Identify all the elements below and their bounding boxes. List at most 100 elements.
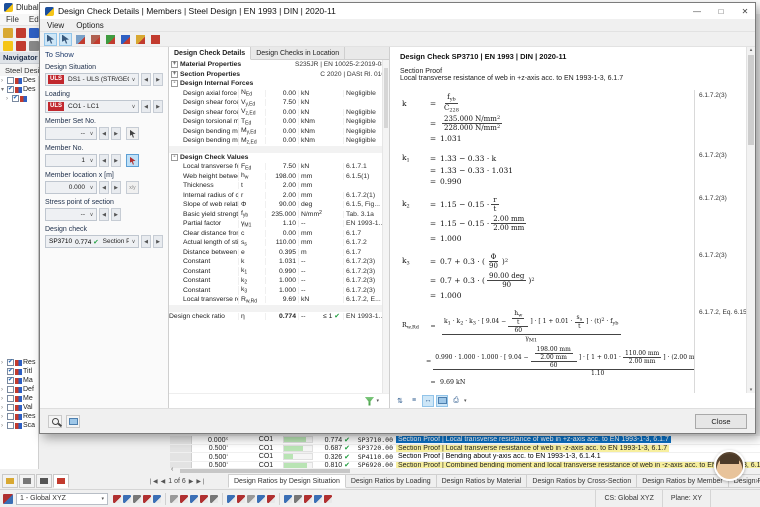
member-no-select[interactable]: 1∨ [45, 154, 97, 167]
table-row[interactable]: +Section PropertiesC 2020 | DASt Rl. 016 [169, 70, 389, 80]
scroll-up-icon[interactable]: ▴ [750, 47, 753, 53]
tab-design-ratios-by-design-situation[interactable]: Design Ratios by Design Situation [228, 474, 346, 488]
tree-checkbox[interactable] [7, 86, 14, 93]
prev-button[interactable]: ◀ [141, 73, 151, 86]
avatar[interactable] [714, 450, 745, 481]
scroll-down-icon[interactable]: ▾ [750, 387, 753, 393]
table-row[interactable]: Partial factorγM11.10--EN 1993-1... [169, 219, 389, 229]
statusbar-tool-icon[interactable] [227, 495, 235, 503]
table-row[interactable]: Clear distance from free endc0.00mm6.1.7 [169, 229, 389, 239]
table-row[interactable]: Web height between midlines o...hw198.00… [169, 172, 389, 182]
table-row[interactable]: Basic yield strengthfyb235.000N/mm2Tab. … [169, 210, 389, 220]
table-row[interactable]: Slope of web relative to flangesΦ90.00de… [169, 200, 389, 210]
hscroll-thumb[interactable] [180, 469, 350, 473]
statusbar-tool-icon[interactable] [247, 495, 255, 503]
table-row[interactable]: Local transverse resistance of webRw,Rd9… [169, 295, 389, 305]
dialog-menu-options[interactable]: Options [76, 21, 104, 30]
tree-item[interactable]: ›Res [0, 358, 38, 367]
dialog-titlebar[interactable]: Design Check Details | Members | Steel D… [40, 3, 755, 19]
print-preview-icon[interactable] [48, 415, 62, 428]
formula-scrollbar[interactable]: ▴ ▾ [746, 47, 755, 393]
design-check-select[interactable]: SP37100.774 ✔Section Proof ...∨ [45, 235, 139, 248]
next-button[interactable]: ▶ [111, 127, 121, 140]
tab-design-checks-in-location[interactable]: Design Checks in Location [251, 47, 345, 59]
tree-checkbox[interactable] [7, 404, 14, 411]
minimize-button[interactable]: — [687, 4, 707, 18]
toolbar-icon[interactable] [16, 28, 26, 38]
prev-button[interactable]: ◀ [99, 208, 109, 221]
table-row[interactable]: Design axial forceNEd0.00kNNegligible [169, 89, 389, 99]
tree-expander-icon[interactable]: - [171, 154, 178, 161]
tab-design-ratios-by-material[interactable]: Design Ratios by Material [437, 474, 528, 488]
dialog-menu-view[interactable]: View [47, 21, 64, 30]
print-icon[interactable]: ⎙ [450, 395, 462, 407]
camera-view-tab[interactable] [36, 474, 52, 488]
tree-checkbox[interactable] [7, 359, 14, 366]
table-row[interactable]: Constantk1.031--6.1.7.2(3) [169, 257, 389, 267]
statusbar-tool-icon[interactable] [123, 495, 131, 503]
tab-design-ratios-by-loading[interactable]: Design Ratios by Loading [346, 474, 437, 488]
statusbar-tool-icon[interactable] [294, 495, 302, 503]
chart-icon[interactable] [134, 33, 147, 46]
table-row[interactable]: Design bending momentMy,Ed0.00kNmNegligi… [169, 127, 389, 137]
image-view-tab[interactable] [2, 474, 18, 488]
toolbar-icon[interactable] [16, 41, 26, 51]
chevron-down-icon[interactable]: ∨ [129, 77, 138, 83]
table-row[interactable]: Constantk31.000--6.1.7.2(3) [169, 286, 389, 296]
print-caret-icon[interactable]: ▾ [464, 398, 467, 404]
table-row[interactable]: Design check ratioη0.774--≤ 1 ✔EN 1993-1… [169, 312, 389, 322]
compare-icon[interactable] [149, 33, 162, 46]
statusbar-tool-icon[interactable] [133, 495, 141, 503]
statusbar-tool-icon[interactable] [180, 495, 188, 503]
toolbar-icon[interactable] [3, 28, 13, 38]
pick-in-model-icon[interactable] [126, 154, 139, 167]
design-situation-select[interactable]: ULSDS1 - ULS (STR/GEO) - Perm...∨ [45, 73, 139, 86]
tree-expander-icon[interactable]: › [1, 387, 6, 393]
tree-expander-icon[interactable]: › [1, 78, 6, 84]
prev-button[interactable]: ◀ [99, 127, 109, 140]
details-scrollbar[interactable] [382, 60, 389, 393]
tree-item[interactable]: ›Res [0, 412, 38, 421]
table-row[interactable]: +Material PropertiesS235JR | EN 10025-2:… [169, 60, 389, 70]
statusbar-tool-icon[interactable] [143, 495, 151, 503]
chevron-down-icon[interactable]: ∨ [87, 185, 96, 191]
list-icon[interactable]: ≡ [408, 395, 420, 407]
statusbar-tool-icon[interactable] [304, 495, 312, 503]
statusbar-tool-icon[interactable] [190, 495, 198, 503]
tree-checkbox[interactable] [7, 77, 14, 84]
sort-icon[interactable]: ⇅ [394, 395, 406, 407]
tree-item[interactable]: ›Def [0, 385, 38, 394]
relative-location-toggle[interactable]: x/y [126, 181, 139, 194]
table-row[interactable]: Internal radius of cornersr2.00mm6.1.7.2… [169, 191, 389, 201]
select-icon[interactable] [44, 33, 57, 46]
table-row[interactable]: Distance between nearest oppo...e0.395m6… [169, 248, 389, 258]
chevron-down-icon[interactable]: ∨ [87, 131, 96, 137]
statusbar-tool-icon[interactable] [324, 495, 332, 503]
tree-checkbox[interactable] [7, 422, 14, 429]
tabs-scroll-right-icon[interactable]: › [755, 476, 758, 485]
statusbar-tool-icon[interactable] [284, 495, 292, 503]
result-row[interactable]: 0.500¹CO10.326 ✔SP4110.00Section Proof |… [170, 453, 760, 462]
table-row[interactable]: Design torsional momentTEd0.00kNmNegligi… [169, 117, 389, 127]
tree-expander-icon[interactable]: › [1, 360, 6, 366]
statusbar-tool-icon[interactable] [113, 495, 121, 503]
prev-page-button[interactable]: ◀ [161, 478, 166, 485]
tab-design-ratios-by-member[interactable]: Design Ratios by Member [637, 474, 729, 488]
tree-item[interactable]: ›Sca [0, 421, 38, 430]
visibility-view-tab[interactable] [19, 474, 35, 488]
next-button[interactable]: ▶ [111, 208, 121, 221]
close-button[interactable]: Close [695, 414, 747, 429]
next-button[interactable]: ▶ [111, 154, 121, 167]
tree-checkbox[interactable] [7, 368, 14, 375]
prev-button[interactable]: ◀ [99, 181, 109, 194]
pick-in-model-icon[interactable] [126, 127, 139, 140]
next-button[interactable]: ▶ [153, 235, 163, 248]
first-page-button[interactable]: ❘◀ [148, 478, 158, 485]
loading-select[interactable]: ULSCO1 - LC1∨ [45, 100, 139, 113]
member-set-no-select[interactable]: --∨ [45, 127, 97, 140]
result-levels-icon[interactable] [74, 33, 87, 46]
maximize-button[interactable]: □ [711, 4, 731, 18]
tree-item[interactable]: Ma [0, 376, 38, 385]
table-row[interactable]: Constantk21.000--6.1.7.2(3) [169, 276, 389, 286]
deselect-icon[interactable] [59, 33, 72, 46]
